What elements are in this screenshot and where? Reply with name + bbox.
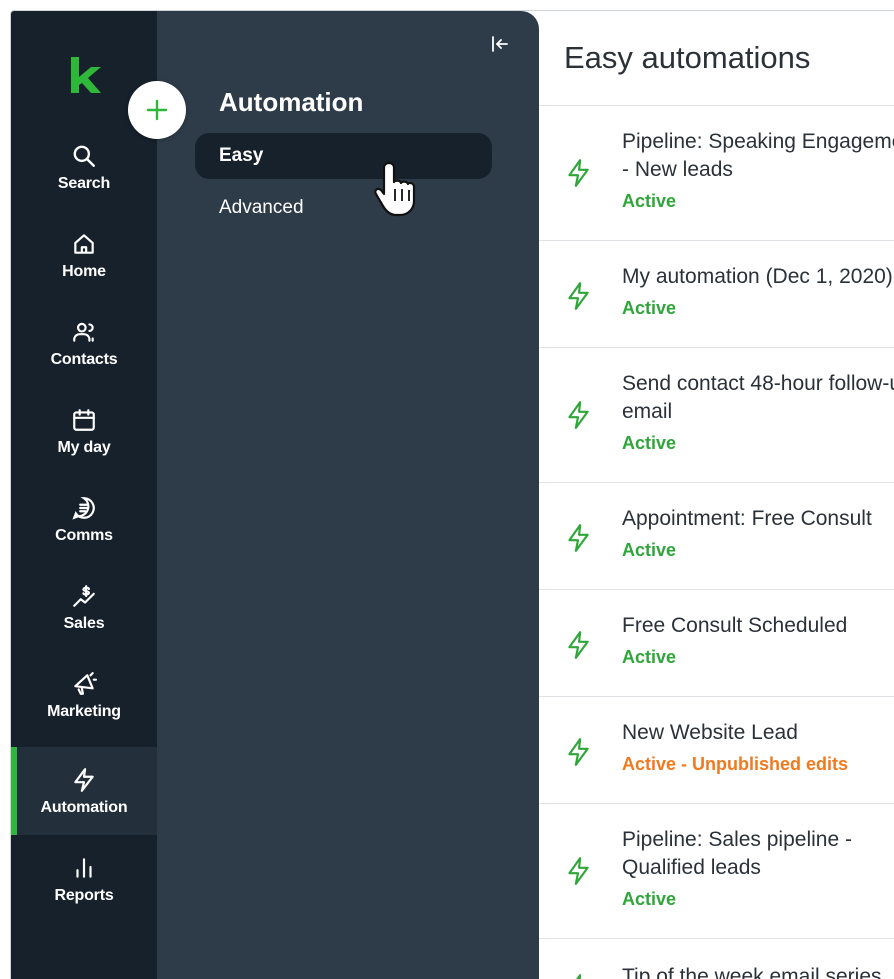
home-icon xyxy=(69,229,99,259)
automation-row[interactable]: Free Consult Scheduled Active xyxy=(539,590,894,697)
automation-name: My automation (Dec 1, 2020) xyxy=(622,265,893,288)
keap-logo[interactable] xyxy=(67,55,101,99)
automation-name: New Website Lead xyxy=(622,721,798,744)
bolt-icon xyxy=(568,282,589,310)
rail-item-reports[interactable]: Reports xyxy=(11,835,157,923)
automation-row[interactable]: New Website Lead Active - Unpublished ed… xyxy=(539,697,894,804)
rail-item-sales[interactable]: Sales xyxy=(11,563,157,651)
automation-name: Appointment: Free Consult xyxy=(622,507,872,530)
plus-icon xyxy=(146,99,168,121)
bolt-icon xyxy=(568,738,589,766)
rail-item-label: Contacts xyxy=(50,351,118,368)
chat-icon xyxy=(69,493,99,523)
subnav-title: Automation xyxy=(219,87,364,117)
rail-item-home[interactable]: Home xyxy=(11,211,157,299)
rail-item-automation[interactable]: Automation xyxy=(11,747,157,835)
calendar-icon xyxy=(69,405,99,435)
bolt-icon xyxy=(568,159,589,187)
rail-item-comms[interactable]: Comms xyxy=(11,475,157,563)
bolt-icon xyxy=(568,401,589,429)
automation-subnav: Automation Easy Advanced xyxy=(157,11,539,979)
rail-item-contacts[interactable]: Contacts xyxy=(11,299,157,387)
add-new-button[interactable] xyxy=(128,81,186,139)
rail-item-marketing[interactable]: Marketing xyxy=(11,651,157,739)
rail-item-label: Comms xyxy=(55,527,113,544)
rail-item-label: My day xyxy=(57,439,111,456)
automation-status: Active xyxy=(622,647,677,667)
rail-item-label: Home xyxy=(62,263,106,280)
automation-row[interactable]: Pipeline: Sales pipeline - Qualified lea… xyxy=(539,804,894,939)
contacts-icon xyxy=(69,317,99,347)
automation-status: Active xyxy=(622,433,677,453)
subnav-item-advanced[interactable]: Advanced xyxy=(195,185,492,231)
rail-item-label: Automation xyxy=(40,799,128,816)
rail-item-label: Marketing xyxy=(47,703,121,720)
rail-item-my-day[interactable]: My day xyxy=(11,387,157,475)
subnav-item-label: Easy xyxy=(219,145,264,166)
subnav-item-easy[interactable]: Easy xyxy=(195,133,492,179)
bolt-icon xyxy=(568,524,589,552)
automation-row[interactable]: Pipeline: Speaking Engagements - New lea… xyxy=(539,106,894,241)
rail-item-label: Search xyxy=(57,175,111,192)
automation-name: Pipeline: Sales pipeline - Qualified lea… xyxy=(622,828,852,879)
primary-nav-rail: Search Home Contacts My day Comms Sales … xyxy=(11,11,157,979)
sales-icon xyxy=(69,581,99,611)
automation-name: Send contact 48-hour follow-up email xyxy=(622,372,894,423)
search-icon xyxy=(69,141,99,171)
automation-status: Active - Unpublished edits xyxy=(622,754,849,774)
collapse-panel-icon[interactable] xyxy=(489,33,511,55)
automation-status: Active xyxy=(622,540,677,560)
bar-chart-icon xyxy=(69,853,99,883)
bolt-icon xyxy=(576,974,582,979)
rail-item-search[interactable]: Search xyxy=(11,123,157,211)
automation-row[interactable]: Tip of the week email series xyxy=(539,939,894,979)
automation-row[interactable]: Send contact 48-hour follow-up email Act… xyxy=(539,348,894,483)
main-content: Easy automations Pipeline: Speaking Enga… xyxy=(539,11,894,979)
rail-item-label: Reports xyxy=(54,887,114,904)
automation-name: Pipeline: Speaking Engagements - New lea… xyxy=(622,130,894,181)
automation-status: Active xyxy=(622,191,677,211)
bolt-icon xyxy=(69,765,99,795)
automation-row[interactable]: Appointment: Free Consult Active xyxy=(539,483,894,590)
automation-status: Active xyxy=(622,889,677,909)
hand-pointer-cursor-icon xyxy=(374,161,416,217)
app-window: Search Home Contacts My day Comms Sales … xyxy=(10,10,894,979)
automation-status: Active xyxy=(622,298,677,318)
automation-name: Tip of the week email series xyxy=(622,965,882,979)
page-title: Easy automations xyxy=(539,11,894,106)
automation-name: Free Consult Scheduled xyxy=(622,614,848,637)
bolt-icon xyxy=(568,857,589,885)
rail-item-label: Sales xyxy=(63,615,105,632)
automation-row[interactable]: My automation (Dec 1, 2020) Active xyxy=(539,241,894,348)
subnav-item-label: Advanced xyxy=(219,197,304,218)
megaphone-icon xyxy=(69,669,99,699)
bolt-icon xyxy=(568,631,589,659)
